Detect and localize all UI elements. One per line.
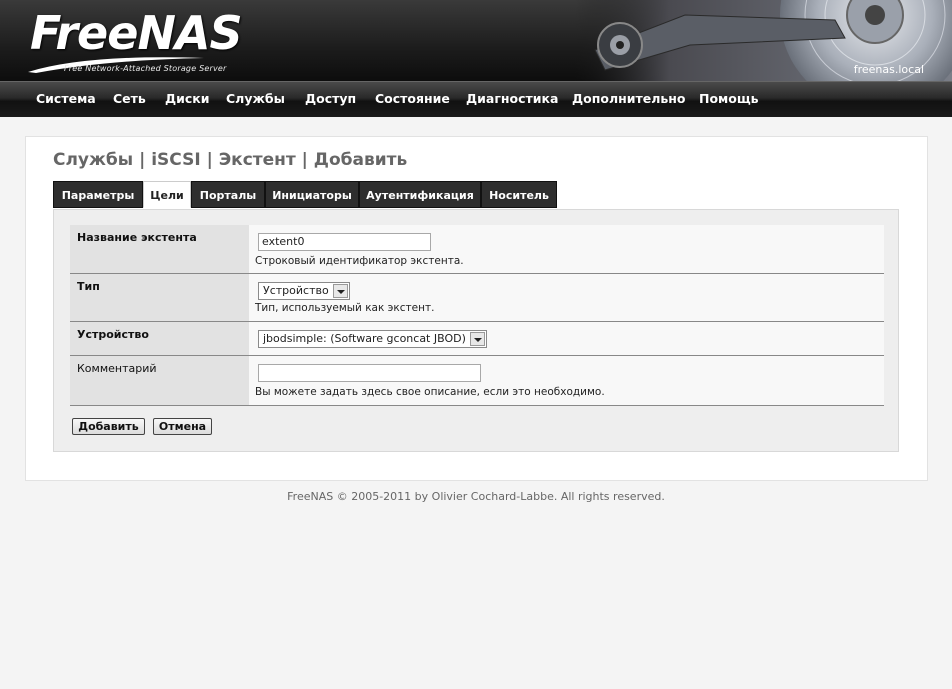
menu-network[interactable]: Сеть	[113, 91, 146, 106]
tab-authentication[interactable]: Аутентификация	[359, 181, 481, 208]
comment-label: Комментарий	[70, 356, 249, 405]
device-select-value: jbodsimple: (Software gconcat JBOD)	[263, 332, 466, 345]
extent-form: Название экстента extent0 Строковый иден…	[53, 209, 899, 452]
type-select-value: Устройство	[263, 284, 329, 297]
device-select[interactable]: jbodsimple: (Software gconcat JBOD)	[258, 330, 487, 348]
main-menu: Система Сеть Диски Службы Доступ Состоян…	[0, 81, 952, 117]
menu-services[interactable]: Службы	[226, 91, 285, 106]
type-description: Тип, используемый как экстент.	[255, 302, 435, 314]
type-label: Тип	[70, 274, 249, 321]
extent-name-input[interactable]: extent0	[258, 233, 431, 251]
logo-tagline: Free Network-Attached Storage Server	[64, 64, 227, 73]
chevron-down-icon[interactable]	[469, 332, 485, 346]
menu-advanced[interactable]: Дополнительно	[572, 91, 686, 106]
comment-cell: Вы можете задать здесь свое описание, ес…	[249, 356, 884, 405]
menu-access[interactable]: Доступ	[305, 91, 356, 106]
device-cell: jbodsimple: (Software gconcat JBOD)	[249, 322, 884, 355]
type-row: Тип Устройство Тип, используемый как экс…	[70, 274, 884, 322]
chevron-down-icon[interactable]	[332, 284, 348, 298]
extent-name-cell: extent0 Строковый идентификатор экстента…	[249, 225, 884, 273]
comment-description: Вы можете задать здесь свое описание, ес…	[255, 386, 605, 398]
cancel-button[interactable]: Отмена	[153, 418, 212, 435]
menu-system[interactable]: Система	[36, 91, 96, 106]
extent-name-description: Строковый идентификатор экстента.	[255, 255, 464, 267]
device-row: Устройство jbodsimple: (Software gconcat…	[70, 322, 884, 356]
tab-portals[interactable]: Порталы	[191, 181, 265, 208]
hostname: freenas.local	[853, 63, 924, 76]
comment-row: Комментарий Вы можете задать здесь свое …	[70, 356, 884, 406]
menu-disks[interactable]: Диски	[165, 91, 210, 106]
device-label: Устройство	[70, 322, 249, 355]
menu-diagnostics[interactable]: Диагностика	[466, 91, 558, 106]
content-panel: Службы | iSCSI | Экстент | Добавить Пара…	[25, 136, 928, 481]
type-select[interactable]: Устройство	[258, 282, 350, 300]
tab-media[interactable]: Носитель	[481, 181, 557, 208]
tab-targets[interactable]: Цели	[143, 181, 191, 208]
menu-help[interactable]: Помощь	[699, 91, 759, 106]
footer-copyright: FreeNAS © 2005-2011 by Olivier Cochard-L…	[287, 490, 665, 503]
header: FreeNAS Free Network-Attached Storage Se…	[0, 0, 952, 81]
add-button[interactable]: Добавить	[72, 418, 145, 435]
extent-name-label: Название экстента	[70, 225, 249, 273]
tab-parameters[interactable]: Параметры	[53, 181, 143, 208]
extent-name-row: Название экстента extent0 Строковый иден…	[70, 225, 884, 274]
tab-initiators[interactable]: Инициаторы	[265, 181, 359, 208]
page-title: Службы | iSCSI | Экстент | Добавить	[53, 150, 408, 170]
type-cell: Устройство Тип, используемый как экстент…	[249, 274, 884, 321]
menu-status[interactable]: Состояние	[375, 91, 450, 106]
comment-input[interactable]	[258, 364, 481, 382]
